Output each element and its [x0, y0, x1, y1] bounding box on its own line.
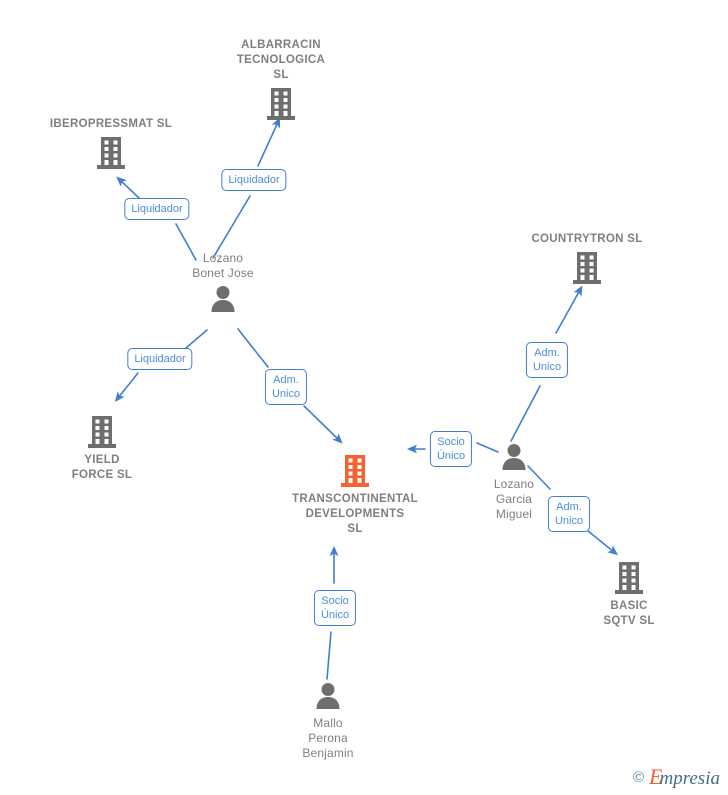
node-label: YIELD FORCE SL [71, 454, 133, 481]
node-iberopressmat-sl[interactable]: IBEROPRESSMAT SL [31, 117, 191, 171]
edge-lozano-bonet-yield-force [185, 329, 208, 349]
building-icon [31, 135, 191, 171]
relationship-graph-canvas: ALBARRACIN TECNOLOGICA SL IBEROPRESSMAT … [0, 0, 728, 795]
edge-mallo-perona-transcontinental [326, 631, 332, 680]
edge-lozano-garcia-countrytron [555, 285, 583, 334]
node-lozano-bonet-jose[interactable]: Lozano Bonet Jose [143, 251, 303, 316]
edge-label-liquidador-yield-force[interactable]: Liquidador [127, 348, 193, 370]
node-label: ALBARRACIN TECNOLOGICA SL [236, 39, 326, 81]
building-icon [507, 250, 667, 286]
building-icon [549, 560, 709, 596]
copyright-icon: © [632, 769, 645, 786]
edge-lozano-bonet-yield-force [114, 372, 139, 402]
empresia-watermark: © Empresia [633, 766, 720, 789]
node-label: COUNTRYTRON SL [531, 233, 643, 245]
edge-lozano-garcia-countrytron [510, 385, 541, 442]
edge-label-adm-unico-countrytron[interactable]: Adm. Unico [525, 342, 569, 378]
edge-label-socio-unico-lozano-garcia[interactable]: Socio Único [429, 431, 473, 467]
edge-label-liquidador-albarracin[interactable]: Liquidador [221, 169, 287, 191]
node-albarracin-tecnologica-sl[interactable]: ALBARRACIN TECNOLOGICA SL [201, 38, 361, 122]
node-label: Mallo Perona Benjamin [302, 716, 354, 760]
edge-lozano-garcia-basic-sqtv [587, 530, 618, 556]
node-label: BASIC SQTV SL [603, 600, 655, 627]
edge-label-liquidador-iberopressmat[interactable]: Liquidador [124, 198, 190, 220]
edge-label-socio-unico-mallo-perona[interactable]: Socio Único [313, 590, 357, 626]
node-basic-sqtv-sl[interactable]: BASIC SQTV SL [549, 560, 709, 629]
node-yield-force-sl[interactable]: YIELD FORCE SL [22, 414, 182, 483]
edge-lozano-bonet-transcontinental [303, 405, 343, 444]
edge-lozano-bonet-transcontinental [237, 328, 269, 368]
edge-lozano-bonet-iberopressmat [116, 176, 140, 199]
edge-paths [114, 117, 618, 680]
brand-name: Empresia [649, 764, 720, 789]
node-label: TRANSCONTINENTAL DEVELOPMENTS SL [292, 493, 418, 535]
node-mallo-perona-benjamin[interactable]: Mallo Perona Benjamin [248, 681, 408, 761]
edge-label-adm-unico-basic-sqtv[interactable]: Adm. Unico [547, 496, 591, 532]
node-countrytron-sl[interactable]: COUNTRYTRON SL [507, 232, 667, 286]
building-icon [22, 414, 182, 450]
edge-lozano-bonet-albarracin [212, 195, 251, 259]
node-label: IBEROPRESSMAT SL [49, 118, 173, 130]
edge-label-adm-unico-transcontinental[interactable]: Adm. Unico [264, 369, 308, 405]
node-label: Lozano Bonet Jose [192, 251, 254, 280]
node-transcontinental-developments-sl[interactable]: TRANSCONTINENTAL DEVELOPMENTS SL [275, 453, 435, 537]
edge-lozano-bonet-albarracin [257, 117, 281, 167]
person-icon [143, 284, 303, 316]
building-icon [275, 453, 435, 489]
building-icon [201, 86, 361, 122]
person-icon [248, 681, 408, 713]
